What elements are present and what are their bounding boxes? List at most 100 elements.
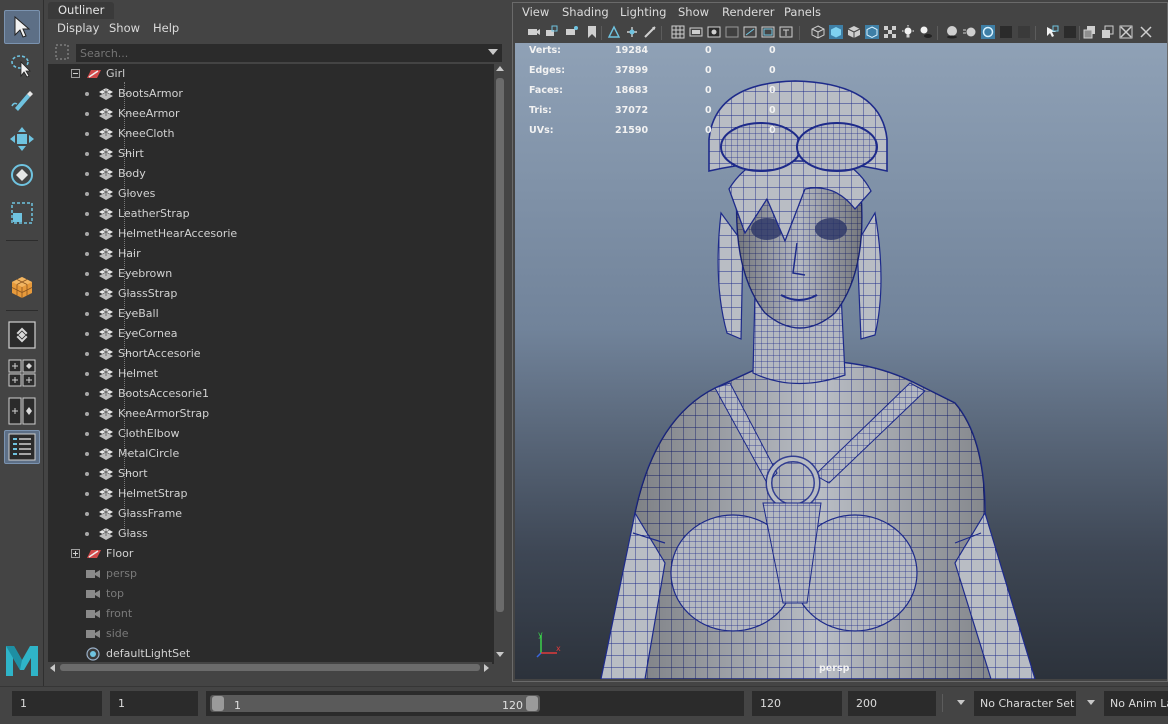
lock-camera-icon[interactable] bbox=[545, 25, 559, 39]
outliner-item-hair[interactable]: Hair bbox=[48, 244, 496, 264]
start-frame-field[interactable]: 1 bbox=[12, 691, 102, 716]
outliner-item-kneecloth[interactable]: KneeCloth bbox=[48, 124, 496, 144]
outliner-item-helmet[interactable]: Helmet bbox=[48, 364, 496, 384]
anim-layer-field[interactable]: No Anim La bbox=[1104, 691, 1168, 716]
grid-icon[interactable] bbox=[671, 25, 685, 39]
scroll-right-arrow-icon[interactable] bbox=[484, 664, 489, 672]
vertical-scroll-thumb[interactable] bbox=[496, 78, 504, 612]
outliner-item-front[interactable]: front bbox=[48, 604, 496, 624]
outliner-item-body[interactable]: Body bbox=[48, 164, 496, 184]
outliner-vertical-scrollbar[interactable] bbox=[494, 64, 506, 664]
menu-show[interactable]: Show bbox=[678, 5, 709, 19]
cube-icon[interactable] bbox=[4, 270, 40, 304]
menu-display[interactable]: Display bbox=[57, 21, 99, 35]
range-start-handle[interactable] bbox=[212, 696, 224, 711]
xray-joints-icon[interactable] bbox=[1063, 25, 1077, 39]
shadows-icon[interactable] bbox=[919, 25, 933, 39]
safe-action-icon[interactable] bbox=[761, 25, 775, 39]
lasso-tool-icon[interactable] bbox=[4, 48, 40, 82]
scroll-down-arrow-icon[interactable] bbox=[496, 652, 504, 657]
smooth-shade-icon[interactable] bbox=[829, 25, 843, 39]
outliner-item-gloves[interactable]: Gloves bbox=[48, 184, 496, 204]
outliner-item-persp[interactable]: persp bbox=[48, 564, 496, 584]
anim-layer-dropdown-icon[interactable] bbox=[1087, 700, 1095, 705]
scale-tool-icon[interactable] bbox=[4, 196, 40, 230]
ambient-occlusion-icon[interactable] bbox=[945, 25, 959, 39]
isolate-select-icon[interactable] bbox=[1045, 25, 1059, 39]
outliner-tab[interactable]: Outliner bbox=[48, 2, 115, 19]
outliner-item-metalcircle[interactable]: MetalCircle bbox=[48, 444, 496, 464]
outliner-item-shortaccesorie[interactable]: ShortAccesorie bbox=[48, 344, 496, 364]
outliner-item-top[interactable]: top bbox=[48, 584, 496, 604]
time-range-slider[interactable]: 1 120 bbox=[206, 691, 744, 716]
outliner-item-bootsarmor[interactable]: BootsArmor bbox=[48, 84, 496, 104]
outliner-item-glassframe[interactable]: GlassFrame bbox=[48, 504, 496, 524]
film-gate-icon[interactable] bbox=[689, 25, 703, 39]
wireframe-on-shaded-icon[interactable] bbox=[847, 25, 861, 39]
menu-view[interactable]: View bbox=[522, 5, 549, 19]
character-set-field[interactable]: No Character Set bbox=[974, 691, 1076, 716]
select-tool-icon[interactable] bbox=[4, 10, 40, 44]
range-slider-track[interactable]: 1 120 bbox=[210, 695, 540, 712]
menu-show[interactable]: Show bbox=[109, 21, 140, 35]
playback-end-field[interactable]: 120 bbox=[752, 691, 842, 716]
3d-viewport[interactable]: Verts: 19284 0 0 Edges: 37899 0 0 Faces: 18683 0 0 T… bbox=[515, 43, 1167, 679]
xray-active-icon[interactable] bbox=[1083, 25, 1097, 39]
depth-of-field-icon[interactable] bbox=[999, 25, 1013, 39]
outliner-search-input[interactable] bbox=[76, 44, 502, 62]
animation-end-field[interactable]: 200 bbox=[848, 691, 936, 716]
xray-icon[interactable] bbox=[865, 25, 879, 39]
motion-blur-icon[interactable] bbox=[963, 25, 977, 39]
expand-icon[interactable] bbox=[71, 549, 80, 558]
outliner-item-eyecornea[interactable]: EyeCornea bbox=[48, 324, 496, 344]
image-plane-icon[interactable] bbox=[607, 25, 621, 39]
collapse-icon[interactable] bbox=[71, 69, 80, 78]
menu-shading[interactable]: Shading bbox=[562, 5, 609, 19]
character-set-dropdown-icon[interactable] bbox=[957, 700, 965, 705]
outliner-item-side[interactable]: side bbox=[48, 624, 496, 644]
2d-pan-zoom-icon[interactable] bbox=[643, 25, 657, 39]
filter-icon[interactable] bbox=[54, 43, 70, 61]
outliner-item-leatherstrap[interactable]: LeatherStrap bbox=[48, 204, 496, 224]
paint-select-tool-icon[interactable] bbox=[4, 84, 40, 118]
outliner-item-glassstrap[interactable]: GlassStrap bbox=[48, 284, 496, 304]
lights-icon[interactable] bbox=[901, 25, 915, 39]
safe-title-icon[interactable] bbox=[779, 25, 793, 39]
outliner-item-bootsaccesorie1[interactable]: BootsAccesorie1 bbox=[48, 384, 496, 404]
horizontal-scroll-thumb[interactable] bbox=[60, 664, 480, 671]
move-tool-icon[interactable] bbox=[4, 122, 40, 156]
outliner-item-defaultlightset[interactable]: defaultLightSet bbox=[48, 644, 496, 664]
camera-attributes-icon[interactable] bbox=[565, 25, 579, 39]
outliner-item-floor[interactable]: Floor bbox=[48, 544, 496, 564]
single-view-layout-icon[interactable] bbox=[4, 318, 40, 352]
menu-help[interactable]: Help bbox=[153, 21, 179, 35]
search-options-dropdown-icon[interactable] bbox=[488, 49, 498, 55]
use-default-material-icon[interactable] bbox=[1119, 25, 1133, 39]
outliner-horizontal-scrollbar[interactable] bbox=[48, 662, 492, 674]
grease-pencil-icon[interactable] bbox=[625, 25, 639, 39]
scroll-left-arrow-icon[interactable] bbox=[50, 664, 55, 672]
outliner-item-kneearmor[interactable]: KneeArmor bbox=[48, 104, 496, 124]
bookmark-icon[interactable] bbox=[585, 25, 599, 39]
outliner-item-clothelbow[interactable]: ClothElbow bbox=[48, 424, 496, 444]
expand-toolbar-icon[interactable] bbox=[1139, 25, 1153, 39]
outliner-item-girl[interactable]: Girl bbox=[48, 64, 496, 84]
rotate-tool-icon[interactable] bbox=[4, 158, 40, 192]
outliner-item-helmetstrap[interactable]: HelmetStrap bbox=[48, 484, 496, 504]
wireframe-icon[interactable] bbox=[811, 25, 825, 39]
anti-aliasing-icon[interactable] bbox=[981, 25, 995, 39]
outliner-item-kneearmorstrap[interactable]: KneeArmorStrap bbox=[48, 404, 496, 424]
range-end-handle[interactable] bbox=[526, 696, 538, 711]
outliner-item-eyeball[interactable]: EyeBall bbox=[48, 304, 496, 324]
outliner-item-glass[interactable]: Glass bbox=[48, 524, 496, 544]
outliner-item-eyebrown[interactable]: Eyebrown bbox=[48, 264, 496, 284]
gate-mask-icon[interactable] bbox=[725, 25, 739, 39]
two-view-layout-icon[interactable] bbox=[4, 394, 40, 428]
four-view-layout-icon[interactable] bbox=[4, 356, 40, 390]
outliner-item-helmethearaccesorie[interactable]: HelmetHearAccesorie bbox=[48, 224, 496, 244]
playback-start-field[interactable]: 1 bbox=[110, 691, 198, 716]
menu-panels[interactable]: Panels bbox=[784, 5, 821, 19]
menu-lighting[interactable]: Lighting bbox=[620, 5, 666, 19]
field-chart-icon[interactable] bbox=[743, 25, 757, 39]
scroll-up-arrow-icon[interactable] bbox=[496, 66, 504, 71]
